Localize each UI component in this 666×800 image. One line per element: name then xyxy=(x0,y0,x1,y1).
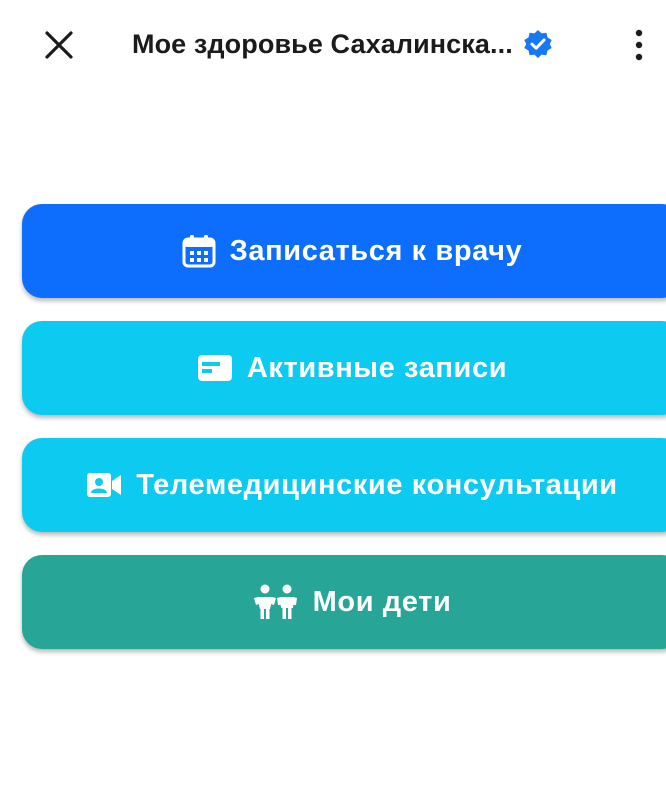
page-title: Мое здоровье Сахалинска... xyxy=(132,28,513,59)
video-icon xyxy=(86,471,122,499)
verified-badge-icon xyxy=(523,29,553,59)
more-vertical-icon xyxy=(635,29,643,61)
book-doctor-button[interactable]: Записаться к врачу xyxy=(22,204,666,298)
close-button[interactable] xyxy=(38,24,80,66)
active-appointments-label: Активные записи xyxy=(246,351,508,384)
header-title-group: Мое здоровье Сахалинска... xyxy=(132,22,553,66)
children-icon xyxy=(253,584,299,620)
my-children-button[interactable]: Мои дети xyxy=(22,555,666,649)
card-icon xyxy=(197,354,233,382)
webview-header: Мое здоровье Сахалинска... xyxy=(0,0,666,88)
book-doctor-label: Записаться к врачу xyxy=(229,234,523,267)
more-menu-button[interactable] xyxy=(622,24,656,66)
webview-page: Мое здоровье Сахалинска... Записаться к … xyxy=(0,0,666,800)
close-icon xyxy=(45,31,73,59)
my-children-label: Мои дети xyxy=(312,585,452,618)
telemedicine-label: Телемедицинские консультации xyxy=(136,468,618,501)
calendar-icon xyxy=(182,234,216,268)
active-appointments-button[interactable]: Активные записи xyxy=(22,321,666,415)
telemedicine-button[interactable]: Телемедицинские консультации xyxy=(22,438,666,532)
